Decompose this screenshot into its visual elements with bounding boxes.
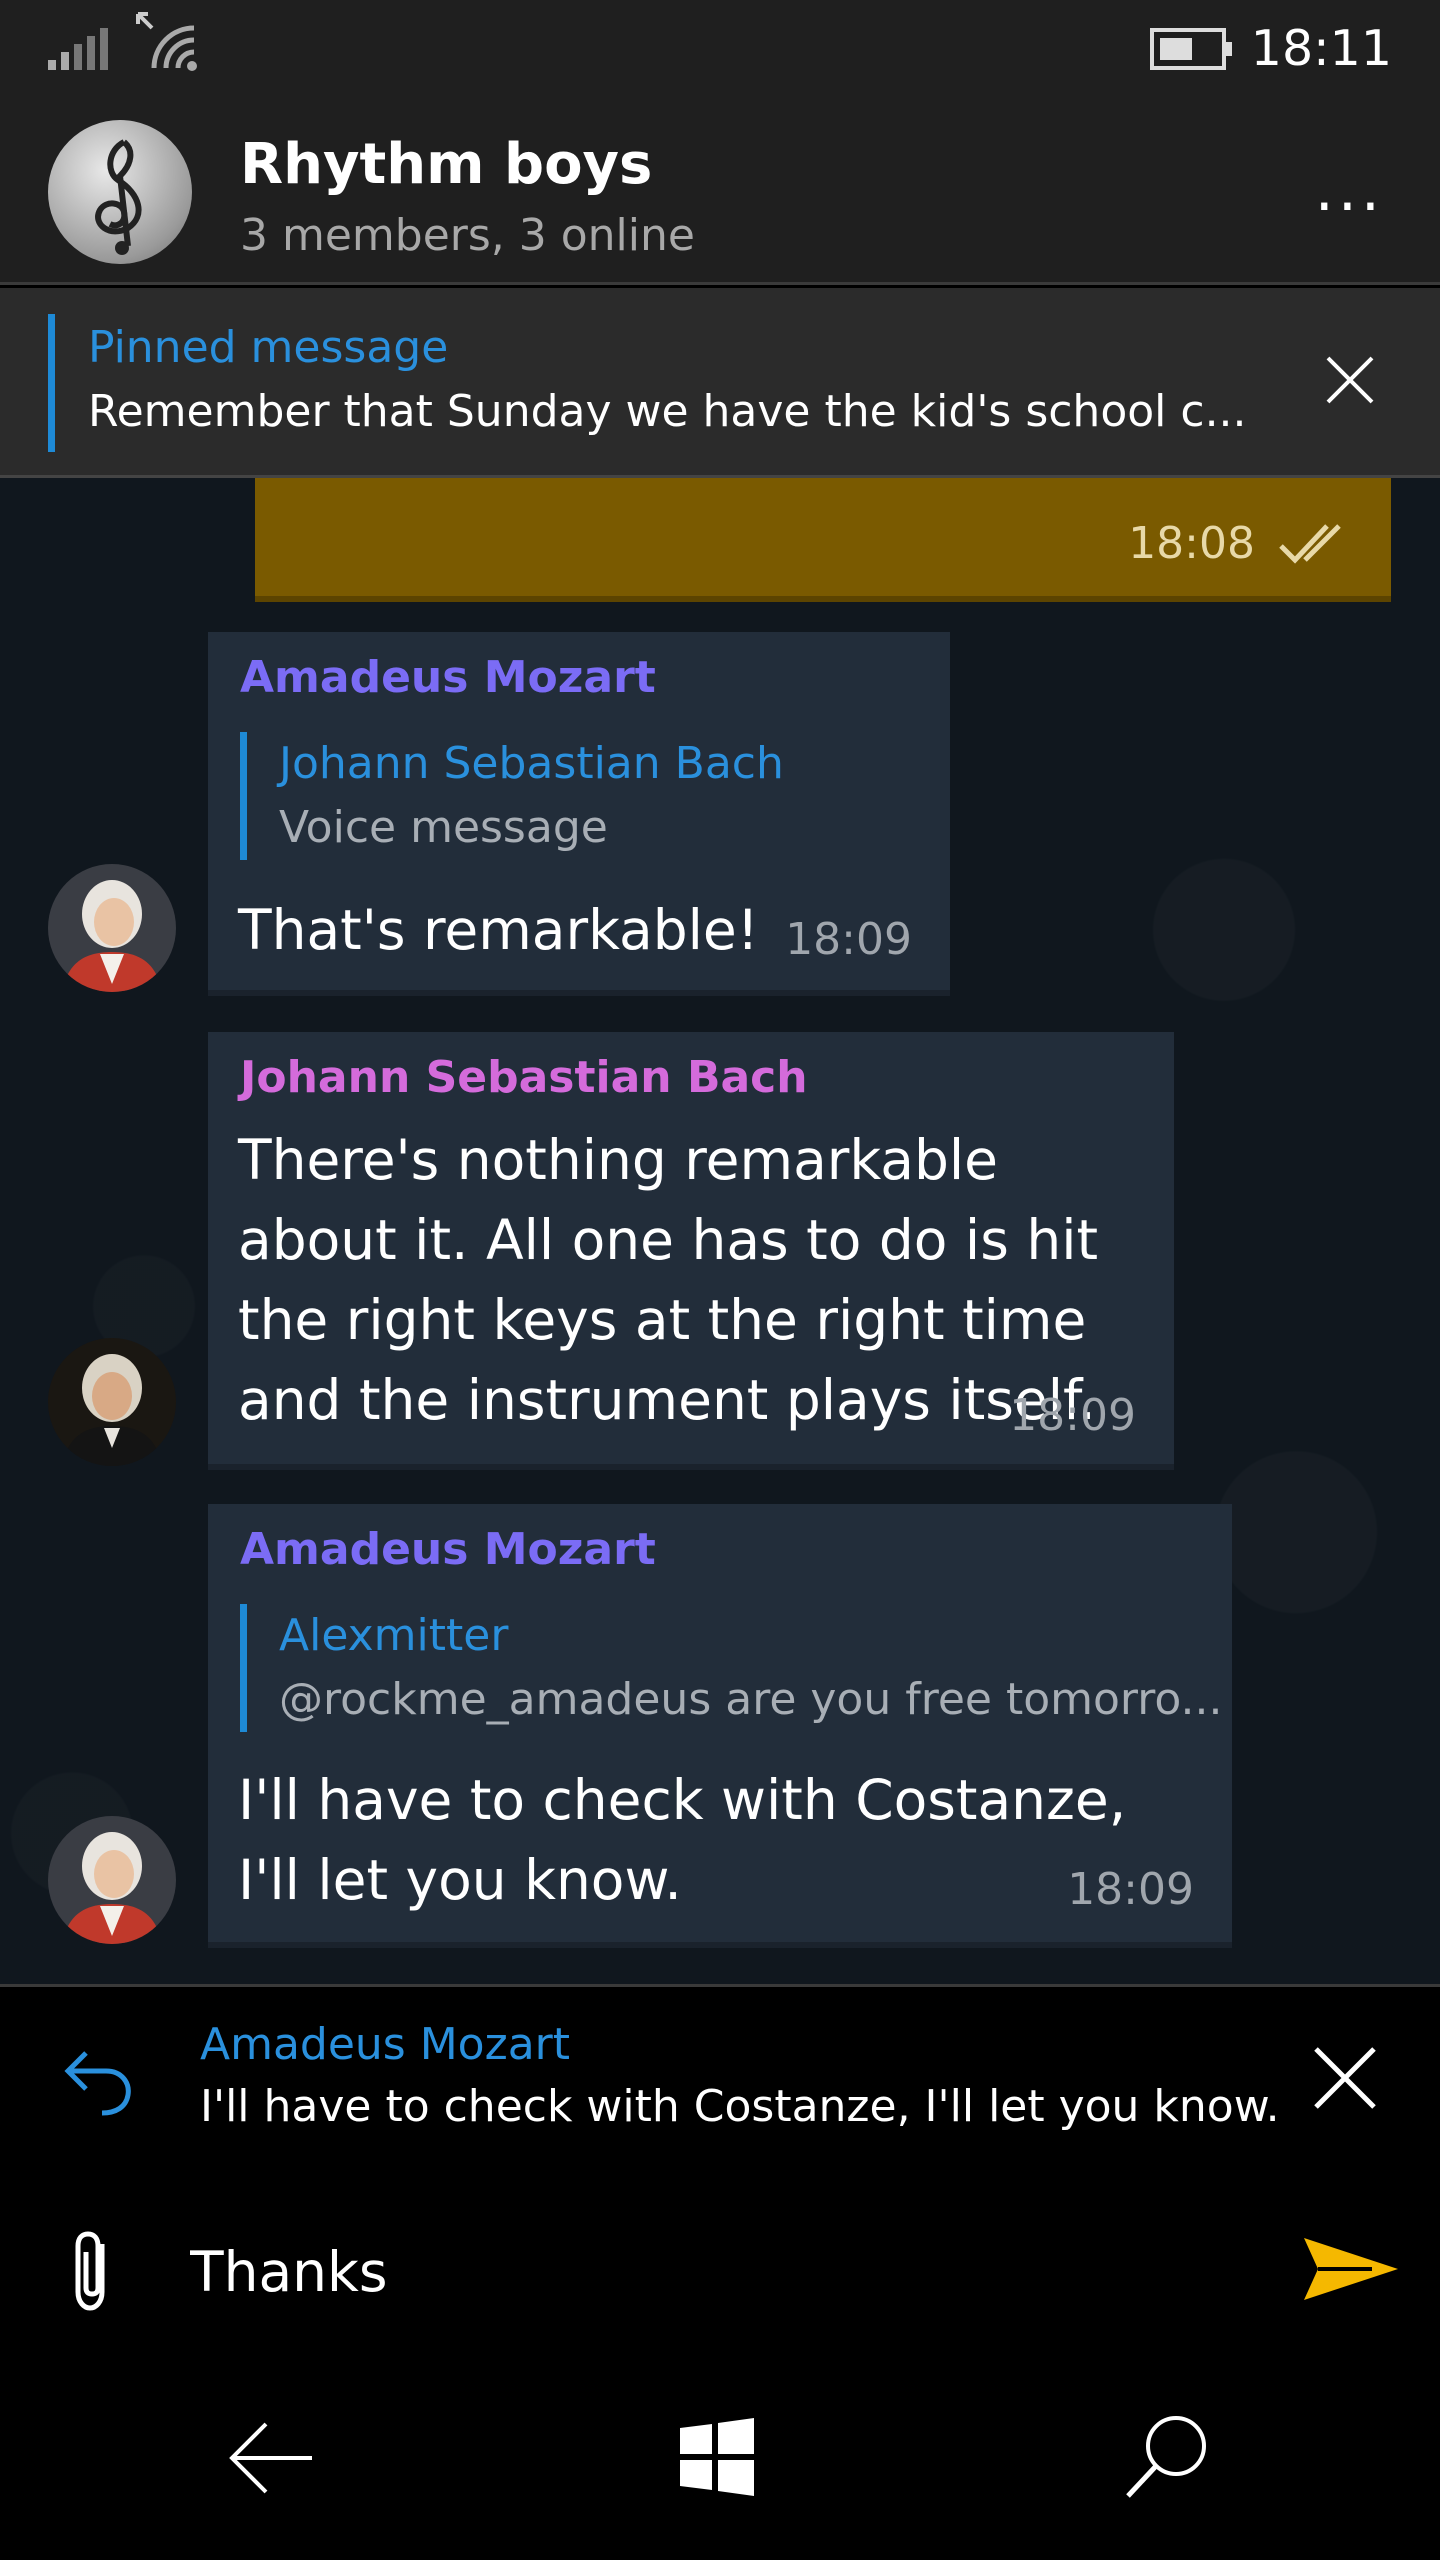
pinned-message-bar[interactable]: Pinned message Remember that Sunday we h…: [0, 288, 1440, 478]
sender-name[interactable]: Amadeus Mozart: [240, 652, 656, 703]
treble-clef-icon: [95, 139, 142, 255]
message-bubble[interactable]: Amadeus Mozart Johann Sebastian Bach Voi…: [208, 632, 950, 990]
group-avatar[interactable]: [48, 120, 192, 264]
reply-preview-bar: Amadeus Mozart I'll have to check with C…: [0, 1984, 1440, 2184]
message-text: I'll have to check with Costanze, I'll l…: [238, 1768, 1127, 1912]
pinned-text: Remember that Sunday we have the kid's s…: [88, 386, 1247, 437]
reply-preview-text: I'll have to check with Costanze, I'll l…: [200, 2081, 1280, 2132]
reply-quote-text: @rockme_amadeus are you free tomorro...: [279, 1674, 1223, 1725]
composer-bar: [0, 2184, 1440, 2362]
system-nav-bar: [0, 2362, 1440, 2560]
more-menu-button[interactable]: ...: [1315, 160, 1384, 220]
message-text: That's remarkable!: [238, 898, 759, 962]
reply-arrow-icon: [64, 2051, 131, 2116]
message-time: 18:09: [785, 914, 912, 965]
send-icon[interactable]: [1302, 2236, 1400, 2302]
status-time: 18:11: [1250, 20, 1392, 77]
signal-strength-icon: [48, 28, 108, 70]
avatar-mozart[interactable]: [48, 864, 176, 992]
close-icon[interactable]: [1312, 2045, 1378, 2111]
mozart-portrait-icon: [48, 1816, 176, 1944]
search-icon[interactable]: [1124, 2412, 1210, 2500]
own-message-bubble[interactable]: 18:08: [255, 478, 1391, 596]
pinned-accent-line: [48, 314, 55, 452]
windows-logo-icon[interactable]: [678, 2418, 756, 2496]
message-bubble[interactable]: Johann Sebastian Bach There's nothing re…: [208, 1032, 1174, 1464]
wifi-icon: [136, 12, 197, 71]
reply-quote-text: Voice message: [279, 802, 608, 853]
reply-preview-name: Amadeus Mozart: [200, 2019, 571, 2070]
chat-header: Rhythm boys 3 members, 3 online ...: [0, 98, 1440, 285]
sender-name[interactable]: Johann Sebastian Bach: [240, 1052, 808, 1103]
message-bubble[interactable]: Amadeus Mozart Alexmitter @rockme_amadeu…: [208, 1504, 1232, 1942]
reply-quote-name: Alexmitter: [279, 1610, 509, 1661]
message-input[interactable]: [190, 2222, 1240, 2322]
paperclip-icon[interactable]: [70, 2230, 114, 2314]
message-time: 18:09: [1009, 1390, 1136, 1441]
avatar-bach[interactable]: [48, 1338, 176, 1466]
bach-portrait-icon: [48, 1338, 176, 1466]
reply-quote[interactable]: Alexmitter @rockme_amadeus are you free …: [240, 1604, 1222, 1732]
chat-title[interactable]: Rhythm boys: [240, 132, 652, 197]
reply-quote-name: Johann Sebastian Bach: [279, 738, 784, 789]
reply-quote[interactable]: Johann Sebastian Bach Voice message: [240, 732, 784, 860]
chat-subtitle: 3 members, 3 online: [240, 210, 695, 261]
pinned-title: Pinned message: [88, 322, 449, 373]
sender-name[interactable]: Amadeus Mozart: [240, 1524, 656, 1575]
message-list[interactable]: 18:08 Amadeus Mozart Johann Sebastian Ba…: [0, 478, 1440, 1984]
back-arrow-icon[interactable]: [228, 2420, 314, 2496]
status-bar: 18:11: [0, 0, 1440, 98]
avatar-mozart[interactable]: [48, 1816, 176, 1944]
double-check-icon: [1279, 524, 1341, 564]
mozart-portrait-icon: [48, 864, 176, 992]
message-time: 18:09: [1067, 1864, 1194, 1915]
close-icon[interactable]: [1322, 352, 1378, 408]
battery-icon: [1150, 28, 1232, 70]
message-time: 18:08: [1128, 518, 1255, 569]
